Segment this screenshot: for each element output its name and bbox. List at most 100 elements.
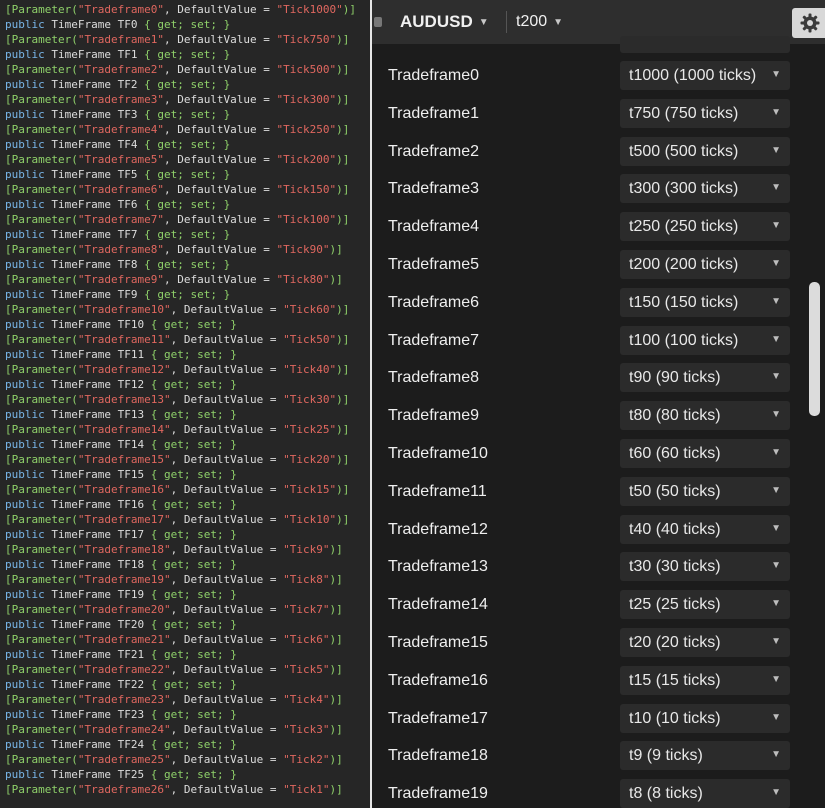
chevron-down-icon: ▼: [771, 409, 781, 421]
chevron-down-icon: ▼: [771, 484, 781, 496]
param-value-dropdown[interactable]: t750 (750 ticks) ▼: [620, 98, 790, 128]
code-line-parameter: [Parameter("Tradeframe6", DefaultValue =…: [5, 183, 350, 196]
chevron-down-icon: ▼: [771, 560, 781, 572]
param-value-dropdown[interactable]: t15 (15 ticks) ▼: [620, 665, 790, 695]
code-line-parameter: [Parameter("Tradeframe24", DefaultValue …: [5, 723, 343, 736]
param-row: Tradeframe9 t80 (80 ticks) ▼: [372, 398, 825, 436]
period-label: t200: [516, 13, 548, 30]
code-line-property: public TimeFrame TF0 { get; set; }: [5, 18, 231, 31]
param-label: Tradeframe18: [388, 747, 488, 765]
param-value-dropdown[interactable]: t8 (8 ticks) ▼: [620, 779, 790, 808]
param-value-dropdown[interactable]: t250 (250 ticks) ▼: [620, 212, 790, 242]
param-row: Tradeframe4 t250 (250 ticks) ▼: [372, 209, 825, 247]
code-line-property: public TimeFrame TF4 { get; set; }: [5, 138, 231, 151]
param-value-dropdown[interactable]: t100 (100 ticks) ▼: [620, 325, 790, 355]
param-value: t15 (15 ticks): [629, 671, 721, 689]
param-row: Tradeframe0 t1000 (1000 ticks) ▼: [372, 58, 825, 96]
code-line-parameter: [Parameter("Tradeframe2", DefaultValue =…: [5, 63, 350, 76]
settings-button[interactable]: [792, 8, 825, 38]
chevron-down-icon: ▼: [771, 787, 781, 799]
param-value-dropdown[interactable]: t10 (10 ticks) ▼: [620, 703, 790, 733]
code-line-property: public TimeFrame TF13 { get; set; }: [5, 408, 237, 421]
param-value: t100 (100 ticks): [629, 331, 739, 349]
param-row: Tradeframe12 t40 (40 ticks) ▼: [372, 512, 825, 550]
symbol-label: AUDUSD: [400, 12, 473, 31]
code-line-parameter: [Parameter("Tradeframe11", DefaultValue …: [5, 333, 350, 346]
param-value-dropdown[interactable]: t40 (40 ticks) ▼: [620, 514, 790, 544]
param-row: Tradeframe17 t10 (10 ticks) ▼: [372, 701, 825, 739]
param-value-dropdown[interactable]: t30 (30 ticks) ▼: [620, 552, 790, 582]
chevron-down-icon: ▼: [771, 333, 781, 345]
param-label: Tradeframe9: [388, 407, 479, 425]
param-value: t300 (300 ticks): [629, 180, 739, 198]
code-line-parameter: [Parameter("Tradeframe18", DefaultValue …: [5, 543, 343, 556]
code-line-parameter: [Parameter("Tradeframe25", DefaultValue …: [5, 753, 343, 766]
param-value: t20 (20 ticks): [629, 634, 721, 651]
gear-icon: [800, 13, 820, 33]
param-value: t80 (80 ticks): [629, 407, 721, 425]
param-value-dropdown[interactable]: t25 (25 ticks) ▼: [620, 590, 790, 620]
parameter-list[interactable]: Tradeframe0 t1000 (1000 ticks) ▼ Tradeframe…: [372, 36, 825, 808]
code-line-parameter: [Parameter("Tradeframe17", DefaultValue …: [5, 513, 350, 526]
code-line-property: public TimeFrame TF14 { get; set; }: [5, 438, 237, 451]
param-value-dropdown[interactable]: t90 (90 ticks) ▼: [620, 363, 790, 393]
param-row: Tradeframe14 t25 (25 ticks) ▼: [372, 587, 825, 625]
param-label: Tradeframe0: [388, 67, 479, 84]
param-row: Tradeframe5 t200 (200 ticks) ▼: [372, 247, 825, 285]
param-value: t25 (25 ticks): [629, 596, 721, 614]
code-line-property: public TimeFrame TF24 { get; set; }: [5, 738, 237, 751]
code-line-property: public TimeFrame TF6 { get; set; }: [5, 198, 231, 211]
param-label: Tradeframe1: [388, 104, 479, 122]
chevron-down-icon: ▼: [771, 598, 781, 610]
param-row: Tradeframe3 t300 (300 ticks) ▼: [372, 171, 825, 209]
param-row: Tradeframe10 t60 (60 ticks) ▼: [372, 436, 825, 474]
period-dropdown[interactable]: t200 ▼: [516, 10, 563, 34]
chevron-down-icon: ▼: [771, 447, 781, 458]
code-line-parameter: [Parameter("Tradeframe19", DefaultValue …: [5, 573, 343, 586]
code-line-property: public TimeFrame TF16 { get; set; }: [5, 498, 237, 511]
param-value: t250 (250 ticks): [629, 218, 739, 236]
param-value-dropdown[interactable]: t9 (9 ticks) ▼: [620, 741, 790, 771]
chevron-down-icon: ▼: [771, 106, 781, 118]
code-line-property: public TimeFrame TF20 { get; set; }: [5, 618, 237, 631]
chevron-down-icon: ▼: [771, 69, 781, 80]
scrollbar-thumb[interactable]: [809, 282, 820, 416]
param-value-dropdown[interactable]: t60 (60 ticks) ▼: [620, 439, 790, 468]
chevron-down-icon: ▼: [771, 220, 781, 232]
param-value: t750 (750 ticks): [629, 104, 739, 122]
code-line-property: public TimeFrame TF17 { get; set; }: [5, 528, 237, 541]
chevron-down-icon: ▼: [478, 16, 489, 28]
param-value-dropdown[interactable]: t200 (200 ticks) ▼: [620, 250, 790, 279]
param-row: Tradeframe2 t500 (500 ticks) ▼: [372, 134, 825, 172]
param-row: Tradeframe7 t100 (100 ticks) ▼: [372, 323, 825, 361]
code-line-parameter: [Parameter("Tradeframe8", DefaultValue =…: [5, 243, 343, 256]
code-line-property: public TimeFrame TF1 { get; set; }: [5, 48, 231, 61]
param-value: t1000 (1000 ticks): [629, 67, 757, 84]
code-line-property: public TimeFrame TF5 { get; set; }: [5, 168, 231, 181]
partial-dropdown[interactable]: [620, 36, 790, 53]
param-value-dropdown[interactable]: t500 (500 ticks) ▼: [620, 136, 790, 166]
code-line-parameter: [Parameter("Tradeframe7", DefaultValue =…: [5, 213, 350, 226]
param-row: Tradeframe18 t9 (9 ticks) ▼: [372, 738, 825, 776]
param-value-dropdown[interactable]: t50 (50 ticks) ▼: [620, 476, 790, 506]
param-value-dropdown[interactable]: t80 (80 ticks) ▼: [620, 401, 790, 431]
param-label: Tradeframe15: [388, 634, 488, 651]
code-line-property: public TimeFrame TF25 { get; set; }: [5, 768, 237, 781]
code-line-property: public TimeFrame TF12 { get; set; }: [5, 378, 237, 391]
param-value-dropdown[interactable]: t20 (20 ticks) ▼: [620, 628, 790, 657]
param-value-dropdown[interactable]: t1000 (1000 ticks) ▼: [620, 61, 790, 90]
code-line-parameter: [Parameter("Tradeframe20", DefaultValue …: [5, 603, 343, 616]
code-line-property: public TimeFrame TF19 { get; set; }: [5, 588, 237, 601]
param-label: Tradeframe12: [388, 520, 488, 538]
param-label: Tradeframe17: [388, 709, 488, 727]
code-editor[interactable]: [Parameter("Tradeframe0", DefaultValue =…: [0, 0, 370, 808]
symbol-dropdown[interactable]: AUDUSD ▼: [400, 10, 489, 34]
chevron-down-icon: ▼: [771, 673, 781, 685]
param-value-dropdown[interactable]: t150 (150 ticks) ▼: [620, 287, 790, 317]
param-label: Tradeframe16: [388, 671, 488, 689]
code-line-parameter: [Parameter("Tradeframe12", DefaultValue …: [5, 363, 350, 376]
chevron-down-icon: ▼: [771, 371, 781, 383]
param-label: Tradeframe6: [388, 293, 479, 311]
param-value-dropdown[interactable]: t300 (300 ticks) ▼: [620, 174, 790, 204]
code-line-parameter: [Parameter("Tradeframe0", DefaultValue =…: [5, 3, 357, 16]
